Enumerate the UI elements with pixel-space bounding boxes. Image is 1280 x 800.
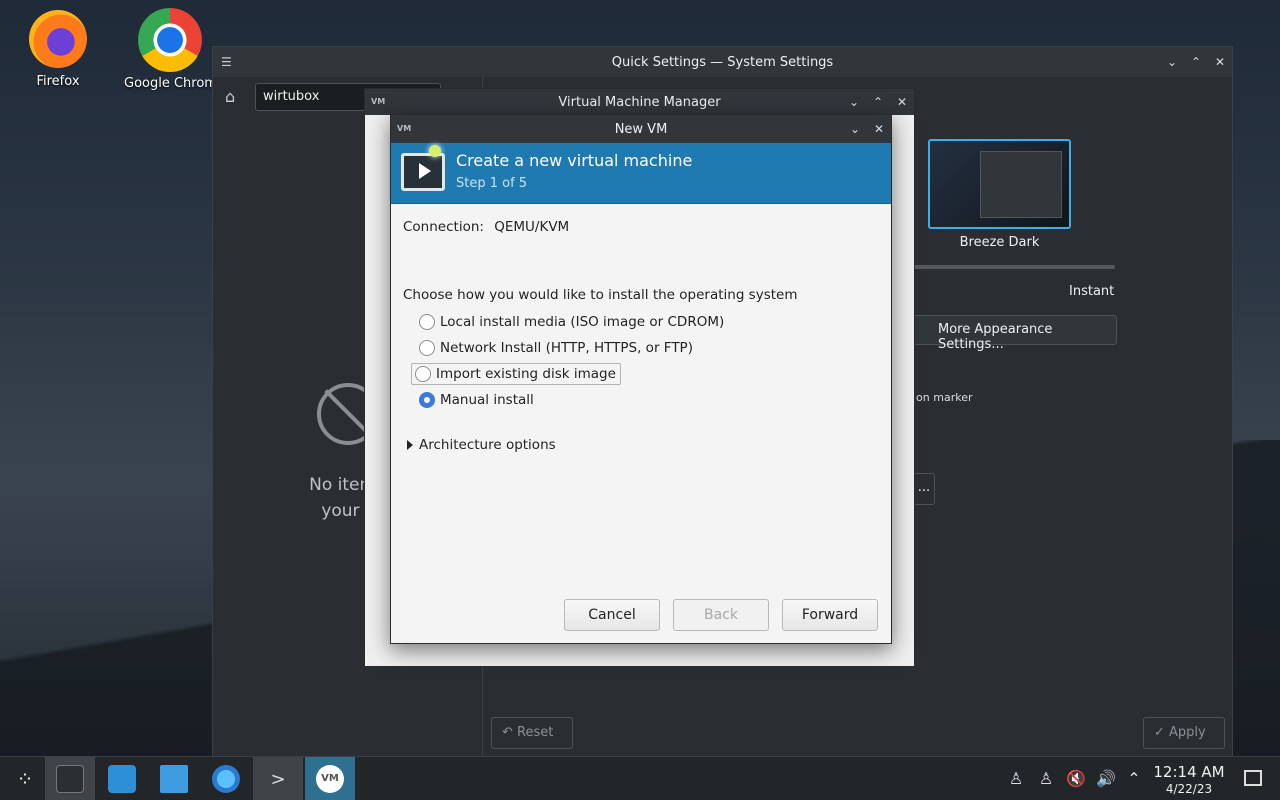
install-method-prompt: Choose how you would like to install the… — [403, 287, 798, 303]
system-settings-icon — [56, 765, 84, 793]
network-globe-icon — [212, 765, 240, 793]
window-title: Quick Settings — System Settings — [611, 54, 834, 70]
volume-icon[interactable]: 🔊 — [1096, 769, 1116, 788]
show-desktop-icon[interactable] — [1244, 770, 1262, 786]
minimize-icon[interactable]: ⌄ — [848, 95, 860, 109]
minimize-icon[interactable]: ⌄ — [1166, 55, 1178, 69]
clock[interactable]: 12:14 AM 4/22/23 — [1150, 763, 1228, 796]
marker-option-label: ion marker — [913, 391, 973, 404]
animation-speed-slider[interactable] — [913, 265, 1115, 269]
monitor-play-icon — [401, 153, 445, 191]
desktop-icon-chrome[interactable]: Google Chrom — [124, 8, 216, 91]
virt-manager-icon: VM — [316, 765, 344, 793]
window-title: Virtual Machine Manager — [558, 94, 721, 110]
terminal-icon: > — [270, 768, 286, 790]
app-launcher-button[interactable]: ⁘ — [0, 757, 50, 800]
minimize-icon[interactable]: ⌄ — [849, 122, 861, 136]
banner-step: Step 1 of 5 — [456, 176, 528, 191]
clock-time: 12:14 AM — [1153, 763, 1225, 781]
back-button[interactable]: Back — [673, 599, 769, 631]
banner-title: Create a new virtual machine — [456, 151, 693, 170]
taskbar: ⁘ > VM ♙ ♙ 🔇 🔊 ⌃ 12:14 AM 4/22/23 — [0, 756, 1280, 800]
mute-icon[interactable]: 🔇 — [1066, 769, 1086, 788]
option-local-install-media[interactable]: Local install media (ISO image or CDROM) — [419, 311, 724, 333]
vmm-titlebar[interactable]: VM Virtual Machine Manager ⌄ ⌃ ✕ — [365, 89, 914, 115]
vmm-app-icon: VM — [371, 97, 386, 106]
taskbar-virt-manager[interactable]: VM — [305, 757, 355, 800]
button-label: More Appearance Settings... — [938, 322, 1053, 352]
expander-label: Architecture options — [419, 437, 556, 453]
theme-thumbnail-breeze-dark[interactable] — [928, 139, 1071, 229]
close-icon[interactable]: ✕ — [1214, 55, 1226, 69]
maximize-icon[interactable]: ⌃ — [872, 95, 884, 109]
architecture-options-expander[interactable]: Architecture options — [407, 437, 556, 453]
desktop-icon-label: Google Chrom — [124, 76, 216, 91]
expander-arrow-icon — [407, 440, 413, 450]
radio-button-selected[interactable] — [419, 392, 435, 408]
undo-icon: ↶ — [502, 725, 518, 740]
window-menu-icon[interactable]: ☰ — [221, 55, 232, 69]
taskbar-network-globe[interactable] — [201, 757, 251, 800]
close-icon[interactable]: ✕ — [873, 122, 885, 136]
slider-end-label: Instant — [1069, 284, 1115, 299]
more-appearance-settings-button[interactable]: More Appearance Settings... — [913, 315, 1117, 352]
option-label: Import existing disk image — [436, 366, 616, 382]
home-icon[interactable]: ⌂ — [225, 87, 243, 106]
firefox-icon — [29, 10, 87, 68]
connection-value: QEMU/KVM — [494, 219, 570, 235]
radio-button[interactable] — [419, 340, 435, 356]
user-icon[interactable]: ♙ — [1006, 769, 1026, 788]
desktop-icon-label: Firefox — [36, 74, 80, 89]
taskbar-terminal[interactable]: > — [253, 757, 303, 800]
taskbar-system-settings[interactable] — [45, 757, 95, 800]
close-icon[interactable]: ✕ — [896, 95, 908, 109]
user-switch-icon[interactable]: ♙ — [1036, 769, 1056, 788]
option-label: Local install media (ISO image or CDROM) — [440, 314, 725, 330]
option-import-disk-image[interactable]: Import existing disk image — [411, 363, 621, 385]
taskbar-discover[interactable] — [97, 757, 147, 800]
clock-date: 4/22/23 — [1165, 782, 1213, 796]
option-label: Manual install — [440, 392, 534, 408]
cancel-button[interactable]: Cancel — [564, 599, 660, 631]
chrome-icon — [138, 8, 202, 72]
more-options-button[interactable]: ... — [913, 473, 935, 505]
file-manager-icon — [160, 765, 188, 793]
new-star-icon — [429, 145, 441, 157]
tray-expand-icon[interactable]: ⌃ — [1124, 769, 1144, 788]
check-icon: ✓ — [1154, 725, 1170, 740]
maximize-icon[interactable]: ⌃ — [1190, 55, 1202, 69]
option-network-install[interactable]: Network Install (HTTP, HTTPS, or FTP) — [419, 337, 693, 359]
window-title: New VM — [614, 121, 668, 137]
option-label: Network Install (HTTP, HTTPS, or FTP) — [440, 340, 693, 356]
new-vm-dialog: VM New VM ⌄ ✕ Create a new virtual machi… — [390, 114, 892, 644]
forward-button[interactable]: Forward — [782, 599, 878, 631]
desktop-icon-firefox[interactable]: Firefox — [10, 10, 106, 89]
radio-button[interactable] — [415, 366, 431, 382]
system-settings-titlebar[interactable]: ☰ Quick Settings — System Settings ⌄ ⌃ ✕ — [213, 47, 1232, 77]
connection-row: Connection: QEMU/KVM — [403, 219, 569, 235]
taskbar-file-manager[interactable] — [149, 757, 199, 800]
connection-label: Connection: — [403, 219, 484, 235]
app-launcher-icon: ⁘ — [16, 767, 34, 791]
radio-button[interactable] — [419, 314, 435, 330]
wizard-banner: Create a new virtual machine Step 1 of 5 — [391, 143, 891, 204]
new-vm-titlebar[interactable]: VM New VM ⌄ ✕ — [391, 115, 891, 143]
theme-name: Breeze Dark — [959, 235, 1040, 250]
discover-store-icon — [108, 765, 136, 793]
option-manual-install[interactable]: Manual install — [419, 389, 534, 411]
newvm-app-icon: VM — [397, 124, 412, 133]
reset-button[interactable]: ↶ Reset — [491, 717, 573, 749]
apply-button[interactable]: ✓ Apply — [1143, 717, 1225, 749]
